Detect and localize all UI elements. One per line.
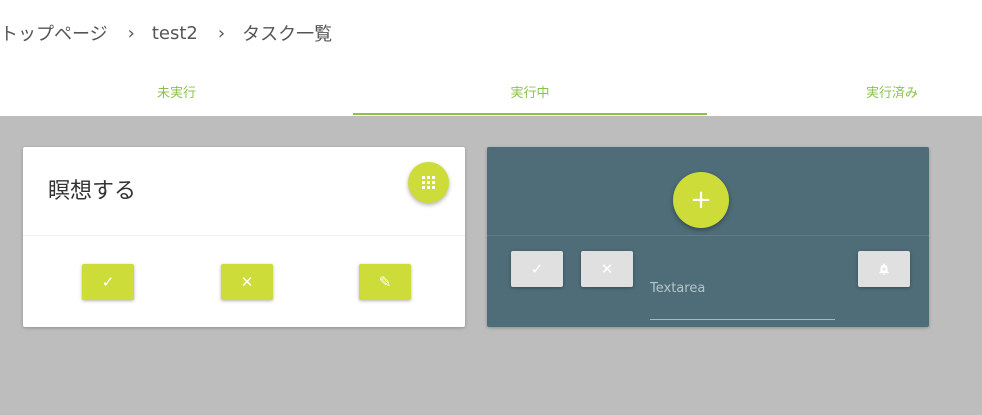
breadcrumb: トップページ › test2 › タスク一覧 — [0, 0, 982, 67]
breadcrumb-project[interactable]: test2 — [152, 23, 198, 44]
new-task-card: + ✓ ✕ — [487, 147, 929, 327]
active-tab-indicator — [353, 113, 707, 115]
task-card: 瞑想する ✓ ✕ ✎ — [23, 147, 465, 327]
status-tabs: 未実行 実行中 実行済み — [0, 66, 982, 116]
task-menu-button[interactable] — [408, 162, 449, 203]
close-icon: ✕ — [240, 273, 254, 291]
card-divider — [487, 235, 929, 236]
close-icon: ✕ — [600, 260, 614, 278]
add-task-button[interactable]: + — [673, 172, 729, 228]
chevron-right-icon: › — [217, 22, 226, 44]
confirm-new-task-button[interactable]: ✓ — [511, 251, 563, 287]
card-divider — [23, 235, 465, 236]
breadcrumb-top-page[interactable]: トップページ — [0, 20, 108, 46]
bell-icon — [879, 263, 889, 275]
breadcrumb-task-list: タスク一覧 — [242, 24, 333, 45]
tab-completed[interactable]: 実行済み — [707, 66, 982, 116]
cancel-task-button[interactable]: ✕ — [221, 264, 273, 300]
task-title: 瞑想する — [48, 179, 137, 204]
task-area: 瞑想する ✓ ✕ ✎ + ✓ ✕ — [0, 116, 982, 415]
chevron-right-icon: › — [127, 22, 135, 44]
edit-task-button[interactable]: ✎ — [359, 264, 411, 300]
check-icon: ✓ — [101, 273, 115, 291]
tab-in-progress[interactable]: 実行中 — [353, 66, 707, 116]
apps-grid-icon — [422, 176, 435, 189]
tab-not-started[interactable]: 未実行 — [0, 66, 353, 116]
cancel-new-task-button[interactable]: ✕ — [581, 251, 633, 287]
check-icon: ✓ — [530, 260, 544, 278]
complete-task-button[interactable]: ✓ — [82, 264, 134, 300]
new-task-textarea[interactable] — [650, 273, 835, 320]
pencil-icon: ✎ — [378, 273, 392, 291]
reminder-button[interactable] — [858, 251, 910, 287]
plus-icon: + — [690, 185, 712, 215]
